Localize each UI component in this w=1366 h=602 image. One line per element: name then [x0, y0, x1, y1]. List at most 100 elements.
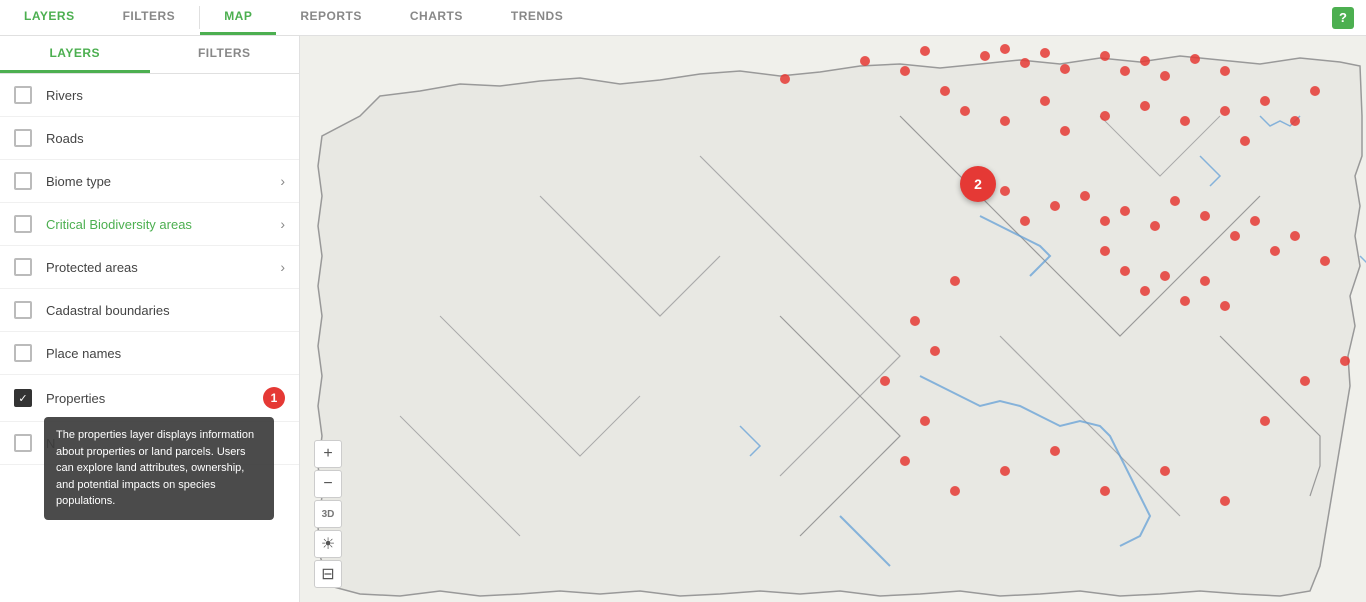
- map-dot: [1120, 266, 1130, 276]
- layer-label-roads: Roads: [46, 131, 285, 146]
- map-dot: [950, 276, 960, 286]
- map-dot: [930, 346, 940, 356]
- sidebar: LAYERS FILTERS Rivers Roads Biome type ›…: [0, 36, 300, 602]
- map-dot: [1230, 231, 1240, 241]
- zoom-out-button[interactable]: −: [314, 470, 342, 498]
- map-dot: [1160, 271, 1170, 281]
- map-dot: [910, 316, 920, 326]
- map-dot: [1060, 126, 1070, 136]
- map-dot: [940, 86, 950, 96]
- map-dot: [860, 56, 870, 66]
- map-dot: [1050, 446, 1060, 456]
- map-dot: [1250, 216, 1260, 226]
- map-dot: [1260, 416, 1270, 426]
- map-dot: [1000, 44, 1010, 54]
- layer-label-properties: Properties: [46, 391, 255, 406]
- map-dot: [1160, 71, 1170, 81]
- map-dot: [920, 46, 930, 56]
- checkbox-next[interactable]: [14, 434, 32, 452]
- map-svg: [300, 36, 1366, 602]
- map-dot: [1320, 256, 1330, 266]
- map-area[interactable]: 2 + − 3D ☀ ⊟: [300, 36, 1366, 602]
- checkbox-critical-biodiversity[interactable]: [14, 215, 32, 233]
- map-dot: [1220, 496, 1230, 506]
- chevron-biome-type: ›: [280, 173, 285, 189]
- map-dot: [960, 106, 970, 116]
- map-dot: [1220, 106, 1230, 116]
- map-dot: [1100, 51, 1110, 61]
- map-dot: [1150, 221, 1160, 231]
- properties-tooltip: The properties layer displays informatio…: [44, 417, 274, 520]
- map-dot: [1050, 201, 1060, 211]
- map-dot: [1100, 216, 1110, 226]
- map-dot: [1000, 466, 1010, 476]
- nav-trends[interactable]: TRENDS: [487, 0, 587, 35]
- tab-layers[interactable]: LAYERS: [0, 36, 150, 73]
- map-controls: + − 3D ☀ ⊟: [314, 440, 342, 588]
- print-button[interactable]: ⊟: [314, 560, 342, 588]
- nav-map[interactable]: MAP: [200, 0, 276, 35]
- layer-label-biome-type: Biome type: [46, 174, 274, 189]
- map-dot: [1020, 216, 1030, 226]
- layer-label-place-names: Place names: [46, 346, 285, 361]
- properties-badge: 1: [263, 387, 285, 409]
- layer-item-biome-type[interactable]: Biome type ›: [0, 160, 299, 203]
- map-dot: [1200, 276, 1210, 286]
- nav-filters[interactable]: FILTERS: [99, 0, 200, 35]
- map-dot: [1140, 56, 1150, 66]
- checkbox-rivers[interactable]: [14, 86, 32, 104]
- top-navigation: LAYERS FILTERS MAP REPORTS CHARTS TRENDS…: [0, 0, 1366, 36]
- checkbox-biome-type[interactable]: [14, 172, 32, 190]
- map-dot: [780, 74, 790, 84]
- map-dot: [1120, 206, 1130, 216]
- chevron-protected-areas: ›: [280, 259, 285, 275]
- layer-label-critical-biodiversity: Critical Biodiversity areas: [46, 217, 274, 232]
- chevron-critical-biodiversity: ›: [280, 216, 285, 232]
- map-dot: [880, 376, 890, 386]
- checkbox-protected-areas[interactable]: [14, 258, 32, 276]
- map-dot: [1300, 376, 1310, 386]
- map-dot: [1310, 86, 1320, 96]
- checkbox-properties[interactable]: [14, 389, 32, 407]
- layer-item-roads[interactable]: Roads: [0, 117, 299, 160]
- layer-item-rivers[interactable]: Rivers: [0, 74, 299, 117]
- map-dot: [1100, 246, 1110, 256]
- nav-charts[interactable]: CHARTS: [386, 0, 487, 35]
- cluster-badge[interactable]: 2: [960, 166, 996, 202]
- zoom-in-button[interactable]: +: [314, 440, 342, 468]
- map-dot: [900, 66, 910, 76]
- nav-layers[interactable]: LAYERS: [0, 0, 99, 35]
- map-dot: [1260, 96, 1270, 106]
- brightness-button[interactable]: ☀: [314, 530, 342, 558]
- layer-label-protected-areas: Protected areas: [46, 260, 274, 275]
- 3d-button[interactable]: 3D: [314, 500, 342, 528]
- help-area: ?: [1320, 0, 1366, 35]
- nav-reports[interactable]: REPORTS: [276, 0, 386, 35]
- map-dot: [1220, 301, 1230, 311]
- help-button[interactable]: ?: [1332, 7, 1354, 29]
- map-dot: [1120, 66, 1130, 76]
- layer-item-place-names[interactable]: Place names: [0, 332, 299, 375]
- checkbox-place-names[interactable]: [14, 344, 32, 362]
- map-dot: [1000, 186, 1010, 196]
- map-dot: [1170, 196, 1180, 206]
- layer-item-properties[interactable]: Properties 1 The properties layer displa…: [0, 375, 299, 422]
- layer-item-critical-biodiversity[interactable]: Critical Biodiversity areas ›: [0, 203, 299, 246]
- checkbox-cadastral-boundaries[interactable]: [14, 301, 32, 319]
- map-dot: [1180, 296, 1190, 306]
- layer-item-cadastral-boundaries[interactable]: Cadastral boundaries: [0, 289, 299, 332]
- map-dot: [1040, 96, 1050, 106]
- layer-label-cadastral-boundaries: Cadastral boundaries: [46, 303, 285, 318]
- tab-filters[interactable]: FILTERS: [150, 36, 300, 73]
- map-dot: [1290, 231, 1300, 241]
- map-dot: [1020, 58, 1030, 68]
- layer-item-protected-areas[interactable]: Protected areas ›: [0, 246, 299, 289]
- map-dot: [1180, 116, 1190, 126]
- checkbox-roads[interactable]: [14, 129, 32, 147]
- map-dot: [1100, 111, 1110, 121]
- map-dot: [1160, 466, 1170, 476]
- map-dot: [1100, 486, 1110, 496]
- map-dot: [1140, 101, 1150, 111]
- map-dot: [1060, 64, 1070, 74]
- map-dot: [1000, 116, 1010, 126]
